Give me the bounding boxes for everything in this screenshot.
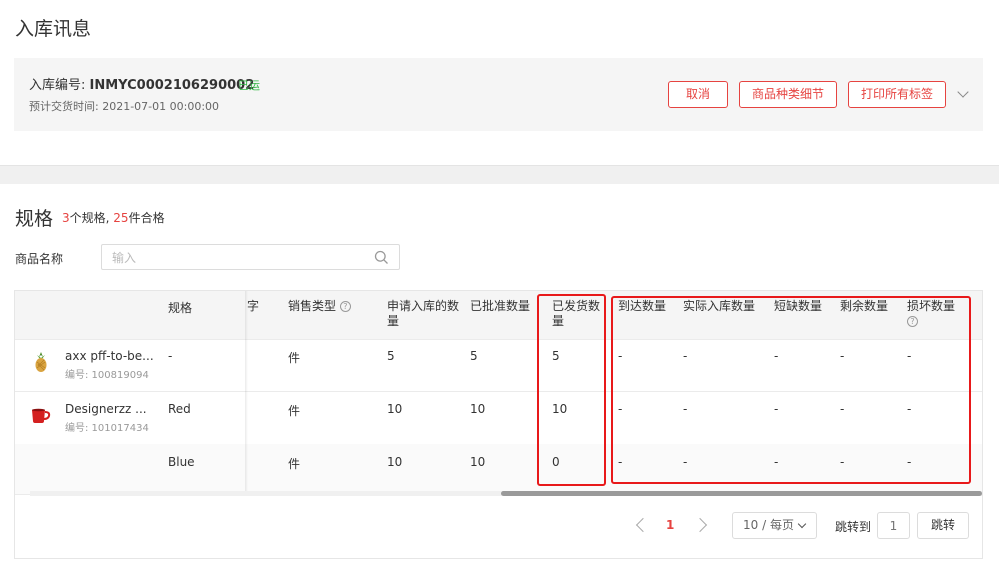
current-page[interactable]: 1 <box>666 518 674 532</box>
red-mug-thumbnail <box>32 408 51 423</box>
cell-requested: 10 <box>387 455 403 469</box>
cell-approved: 5 <box>470 349 478 363</box>
header-requested: 申请入库的数量 <box>387 299 459 329</box>
cell-approved: 10 <box>470 402 486 416</box>
jump-page-input[interactable] <box>878 513 909 538</box>
product-name-label: 商品名称 <box>15 252 64 266</box>
pineapple-thumbnail <box>35 352 47 372</box>
spec-count: 3 <box>62 211 70 225</box>
cell-requested: 5 <box>387 349 395 363</box>
qualified-suffix: 件合格 <box>128 211 165 225</box>
spec-count-suffix: 个规格, <box>69 211 114 225</box>
header-spec: 规格 <box>168 301 193 315</box>
chevron-left-icon[interactable] <box>635 517 651 533</box>
page-size-value: 10 / 每页 <box>743 518 794 532</box>
order-eta: 预计交货时间: 2021-07-01 00:00:00 <box>29 100 220 113</box>
qualified-count: 25 <box>113 211 129 225</box>
product-sku: 编号: 100819094 <box>65 370 149 381</box>
header-requested-line2: 量 <box>387 314 400 328</box>
chevron-right-icon[interactable] <box>692 517 708 533</box>
cancel-button[interactable]: 取消 <box>668 81 728 108</box>
jump-label: 跳转到 <box>835 520 872 534</box>
order-summary-card: 入库编号: INMYC0002106290002 已运 预计交货时间: 2021… <box>14 58 983 131</box>
specs-summary: 3个规格, 25件合格 <box>62 209 165 226</box>
product-details-button[interactable]: 商品种类细节 <box>739 81 837 108</box>
scrollbar-thumb[interactable] <box>501 491 982 496</box>
shipped-column-highlight <box>537 294 606 486</box>
chevron-down-icon[interactable] <box>957 86 969 98</box>
product-name[interactable]: axx pff-to-be... <box>65 349 154 363</box>
cell-requested: 10 <box>387 402 403 416</box>
product-name[interactable]: Designerzz ... <box>65 402 147 416</box>
jump-page-field[interactable] <box>877 512 910 539</box>
specs-title: 规格 <box>15 208 54 230</box>
order-number: 入库编号: INMYC0002106290002 <box>29 74 254 93</box>
page-size-select[interactable]: 10 / 每页 <box>732 512 817 539</box>
cell-spec: Blue <box>168 455 195 469</box>
search-input[interactable] <box>112 249 362 266</box>
spec-table: 规格 字 销售类型 ? 申请入库的数量 已批准数量 已发货数量 到达数量 实际入… <box>14 290 983 559</box>
fixed-column-shadow <box>245 291 248 494</box>
chevron-down-icon <box>797 519 807 529</box>
section-divider <box>0 165 999 184</box>
jump-button[interactable]: 跳转 <box>917 512 969 539</box>
status-badge: 已运 <box>238 79 260 92</box>
order-number-label: 入库编号: <box>29 78 90 93</box>
print-all-labels-button[interactable]: 打印所有标签 <box>848 81 946 108</box>
header-requested-line1: 申请入库的数 <box>387 299 460 313</box>
header-sale-type-label: 销售类型 <box>288 299 337 313</box>
header-sale-type: 销售类型 ? <box>288 299 351 314</box>
search-field[interactable] <box>101 244 400 270</box>
order-number-value: INMYC0002106290002 <box>89 78 255 93</box>
receiving-columns-highlight <box>611 296 971 484</box>
product-sku: 编号: 101017434 <box>65 423 149 434</box>
cell-sale-type: 件 <box>288 404 301 418</box>
header-approved: 已批准数量 <box>470 299 531 313</box>
page-title: 入库讯息 <box>15 18 92 40</box>
horizontal-scrollbar[interactable] <box>30 491 982 496</box>
cell-spec: - <box>168 349 173 363</box>
header-partial: 字 <box>247 299 260 313</box>
search-icon[interactable] <box>374 250 389 265</box>
help-icon[interactable]: ? <box>339 301 351 312</box>
cell-sale-type: 件 <box>288 351 301 365</box>
cell-approved: 10 <box>470 455 486 469</box>
cell-spec: Red <box>168 402 191 416</box>
cell-sale-type: 件 <box>288 457 301 471</box>
